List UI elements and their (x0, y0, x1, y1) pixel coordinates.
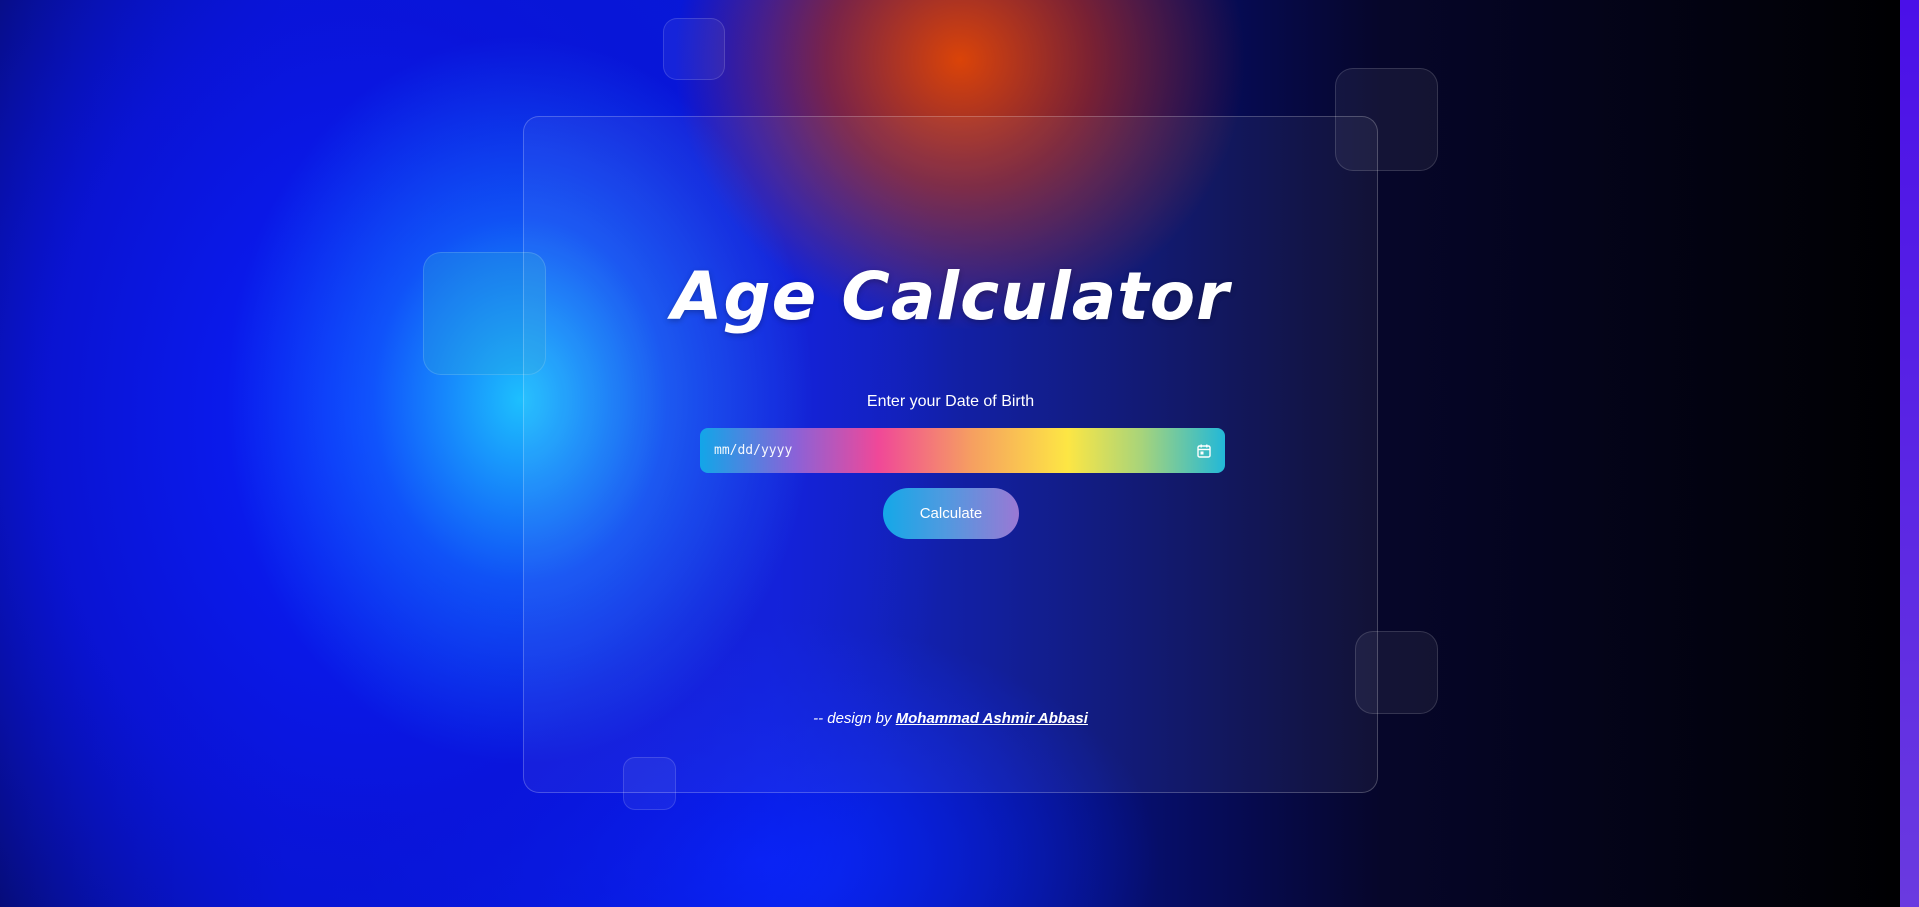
page-title: Age Calculator (671, 258, 1230, 335)
decorative-square (663, 18, 725, 80)
footer-credit: -- design by Mohammad Ashmir Abbasi (523, 710, 1378, 727)
calendar-icon[interactable] (1197, 444, 1211, 458)
calculate-button[interactable]: Calculate (883, 488, 1019, 539)
author-link[interactable]: Mohammad Ashmir Abbasi (896, 710, 1088, 727)
date-placeholder: mm/dd/yyyy (714, 443, 793, 458)
footer-prefix: -- design by (813, 710, 896, 727)
window-edge-strip (1900, 0, 1919, 907)
date-of-birth-input[interactable]: mm/dd/yyyy (700, 428, 1225, 473)
dob-label: Enter your Date of Birth (866, 393, 1035, 410)
